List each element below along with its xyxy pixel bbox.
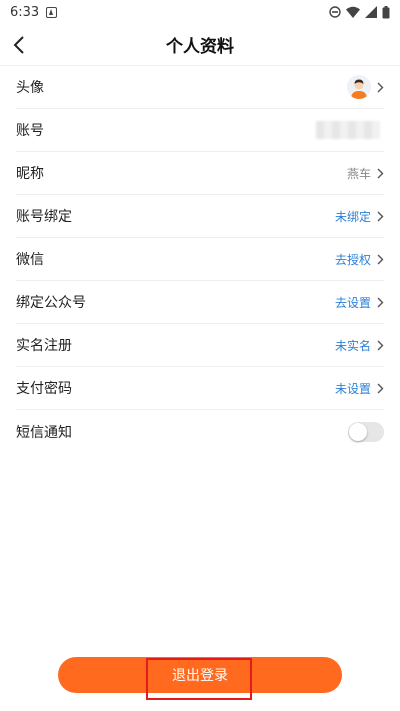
- row-avatar[interactable]: 头像: [16, 66, 384, 109]
- a-notification-icon: [46, 6, 58, 18]
- row-sms-label: 短信通知: [16, 424, 72, 441]
- chevron-right-icon: [377, 211, 384, 221]
- signal-icon: [365, 6, 377, 18]
- row-payment-password[interactable]: 支付密码 未设置: [16, 367, 384, 410]
- chevron-right-icon: [377, 82, 384, 92]
- logout-button[interactable]: 退出登录: [58, 657, 342, 693]
- row-official-account[interactable]: 绑定公众号 去设置: [16, 281, 384, 324]
- wifi-icon: [346, 6, 360, 18]
- avatar: [347, 75, 371, 99]
- sms-toggle[interactable]: [348, 421, 384, 442]
- chevron-right-icon: [377, 340, 384, 350]
- logout-label: 退出登录: [172, 668, 228, 684]
- row-realname[interactable]: 实名注册 未实名: [16, 324, 384, 367]
- chevron-left-icon: [13, 36, 24, 54]
- nickname-value: 燕车: [346, 166, 371, 181]
- row-account-binding[interactable]: 账号绑定 未绑定: [16, 195, 384, 238]
- row-nickname[interactable]: 昵称 燕车: [16, 152, 384, 195]
- row-avatar-label: 头像: [16, 80, 44, 96]
- profile-list: 头像 账号 昵称 燕车 账号绑定 未绑定 微信 去授权 绑定公众号 去设置 实名…: [0, 66, 400, 453]
- do-not-disturb-icon: [329, 6, 341, 18]
- wechat-authorize-link: 去授权: [334, 252, 371, 267]
- binding-status: 未绑定: [334, 209, 371, 224]
- row-nickname-label: 昵称: [16, 166, 44, 182]
- row-paypwd-label: 支付密码: [16, 381, 72, 397]
- page-title: 个人资料: [166, 37, 234, 57]
- toggle-knob: [349, 422, 367, 441]
- back-button[interactable]: [6, 32, 32, 58]
- realname-status: 未实名: [334, 338, 371, 353]
- chevron-right-icon: [377, 254, 384, 264]
- row-wechat-label: 微信: [16, 252, 44, 268]
- row-account: 账号: [16, 109, 384, 152]
- chevron-right-icon: [377, 383, 384, 393]
- row-wechat[interactable]: 微信 去授权: [16, 238, 384, 281]
- status-bar: 6:33: [0, 0, 400, 24]
- row-sms-notification: 短信通知: [16, 410, 384, 453]
- row-binding-label: 账号绑定: [16, 209, 72, 225]
- paypwd-status: 未设置: [334, 381, 371, 396]
- official-account-setup-link: 去设置: [334, 295, 371, 310]
- chevron-right-icon: [377, 297, 384, 307]
- row-account-label: 账号: [16, 123, 44, 139]
- row-official-account-label: 绑定公众号: [16, 295, 86, 311]
- status-time: 6:33: [10, 4, 40, 20]
- header-bar: 个人资料: [0, 24, 400, 66]
- account-value-masked: [316, 121, 380, 139]
- battery-icon: [382, 5, 390, 18]
- status-icons: [329, 5, 390, 19]
- row-realname-label: 实名注册: [16, 338, 72, 354]
- chevron-right-icon: [377, 168, 384, 178]
